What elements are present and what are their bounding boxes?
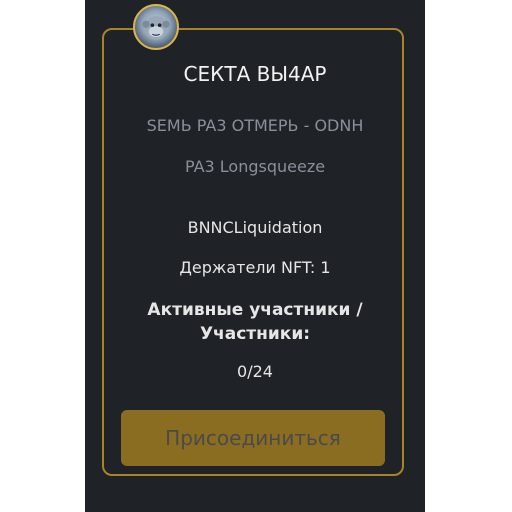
group-card [102,28,404,476]
nft-holders-count: Держатели NFT: 1 [179,258,331,277]
participants-label-line-2: Участники: [199,324,311,344]
join-button[interactable]: Присоединиться [121,410,385,466]
group-title: СЕКТА ВЫ4АР [183,62,327,86]
participants-label-line-1: Активные участники / [147,300,363,320]
group-description-line-1: SEMЬ PA3 OTMEPЬ - ODNH [146,116,364,135]
group-avatar [133,4,179,50]
group-name: BNNCLiquidation [187,218,323,237]
participants-count: 0/24 [237,362,273,381]
monkey-avatar-icon [142,16,170,40]
group-description-line-2: PA3 Longsqueeze [184,157,326,176]
